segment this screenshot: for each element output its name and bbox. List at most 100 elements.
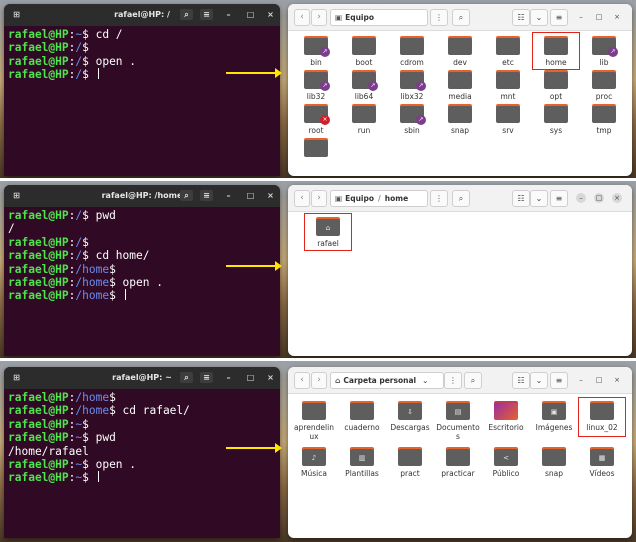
- folder-item[interactable]: ▥ Plantillas: [340, 447, 384, 478]
- close-icon[interactable]: ×: [612, 193, 622, 203]
- view-list-icon[interactable]: ☷: [512, 190, 530, 207]
- search-icon[interactable]: ⌕: [452, 9, 470, 26]
- search-icon[interactable]: ⌕: [452, 190, 470, 207]
- maximize-icon[interactable]: □: [244, 9, 257, 20]
- file-manager-window-2[interactable]: ‹ › ▣ Equipo / home ⋮ ⌕ ☷ ⌄ ≡ – □ × ⌂ rafael: [288, 185, 632, 356]
- terminal-window-1[interactable]: ⊞ rafael@HP: / ⌕ ≡ – □ × rafael@HP:~$ cd…: [4, 4, 280, 176]
- search-icon[interactable]: ⌕: [180, 190, 193, 201]
- folder-item[interactable]: tmp: [582, 104, 626, 135]
- folder-item[interactable]: ↗ bin: [294, 36, 338, 67]
- forward-icon[interactable]: ›: [311, 372, 327, 389]
- folder-item[interactable]: etc: [486, 36, 530, 67]
- folder-item[interactable]: ↗ lib32: [294, 70, 338, 101]
- folder-item[interactable]: boot: [342, 36, 386, 67]
- folder-item[interactable]: ↗ libx32: [390, 70, 434, 101]
- view-options-icon[interactable]: ⌄: [530, 190, 548, 207]
- prompt-user: rafael@HP: [8, 209, 69, 222]
- minimize-icon[interactable]: –: [576, 193, 586, 203]
- folder-item[interactable]: Escritorio: [484, 401, 528, 432]
- view-list-icon[interactable]: ☷: [512, 372, 530, 389]
- terminal-text: $: [82, 471, 96, 485]
- folder-item[interactable]: proc: [582, 70, 626, 101]
- back-icon[interactable]: ‹: [294, 190, 310, 207]
- location-text[interactable]: Equipo: [345, 194, 374, 203]
- folder-item[interactable]: ▤ Documento s: [436, 401, 480, 441]
- location-bar[interactable]: ▣ Equipo: [330, 9, 428, 26]
- folder-item[interactable]: ↗ lib: [582, 36, 626, 67]
- drive-icon: ▣: [335, 194, 343, 203]
- terminal-output[interactable]: rafael@HP:/$ pwd / rafael@HP:/$ rafael@HP:/…: [4, 207, 280, 305]
- maximize-icon[interactable]: □: [594, 12, 604, 22]
- folder-item[interactable]: ⇩ Descargas: [388, 401, 432, 432]
- close-icon[interactable]: ×: [612, 12, 622, 22]
- terminal-cursor: [97, 471, 99, 483]
- maximize-icon[interactable]: □: [244, 372, 257, 383]
- close-icon[interactable]: ×: [612, 375, 622, 385]
- back-icon[interactable]: ‹: [294, 372, 310, 389]
- folder-item[interactable]: ▦ Vídeos: [580, 447, 624, 478]
- folder-item[interactable]: opt: [534, 70, 578, 101]
- search-icon[interactable]: ⌕: [464, 372, 482, 389]
- folder-item[interactable]: ↗ lib64: [342, 70, 386, 101]
- file-manager-window-3[interactable]: ‹ › ⌂ Carpeta personal ⌄ ⋮ ⌕ ☷ ⌄ ≡ – □ × a…: [288, 367, 632, 538]
- folder-label: cdrom: [400, 58, 424, 67]
- minimize-icon[interactable]: –: [222, 190, 235, 201]
- menu-icon[interactable]: ≡: [200, 190, 213, 201]
- path-menu-icon[interactable]: ⋮: [430, 190, 448, 207]
- menu-icon[interactable]: ≡: [550, 9, 568, 26]
- folder-item[interactable]: [294, 138, 338, 157]
- maximize-icon[interactable]: □: [594, 375, 604, 385]
- folder-item[interactable]: ♪ Música: [292, 447, 336, 478]
- menu-icon[interactable]: ≡: [550, 372, 568, 389]
- terminal-titlebar[interactable]: ⊞ rafael@HP: /home ⌕ ≡ – □ ×: [4, 185, 280, 207]
- folder-item[interactable]: cdrom: [390, 36, 434, 67]
- menu-icon[interactable]: ≡: [200, 372, 213, 383]
- minimize-icon[interactable]: –: [576, 375, 586, 385]
- folder-item[interactable]: cuaderno: [340, 401, 384, 432]
- minimize-icon[interactable]: –: [222, 9, 235, 20]
- path-menu-icon[interactable]: ⋮: [430, 9, 448, 26]
- path-dropdown-icon[interactable]: ⌄: [422, 376, 428, 385]
- close-icon[interactable]: ×: [264, 372, 277, 383]
- folder-item[interactable]: run: [342, 104, 386, 135]
- folder-item[interactable]: ↗ sbin: [390, 104, 434, 135]
- view-options-icon[interactable]: ⌄: [530, 372, 548, 389]
- view-options-icon[interactable]: ⌄: [530, 9, 548, 26]
- folder-item[interactable]: aprendelin ux: [292, 401, 336, 441]
- file-manager-window-1[interactable]: ‹ › ▣ Equipo ⋮ ⌕ ☷ ⌄ ≡ – □ × ↗ bin boot cdro…: [288, 4, 632, 176]
- folder-item[interactable]: media: [438, 70, 482, 101]
- folder-item[interactable]: < Público: [484, 447, 528, 478]
- location-bar[interactable]: ▣ Equipo / home: [330, 190, 428, 207]
- folder-item[interactable]: srv: [486, 104, 530, 135]
- search-icon[interactable]: ⌕: [180, 9, 193, 20]
- close-icon[interactable]: ×: [264, 190, 277, 201]
- menu-icon[interactable]: ≡: [550, 190, 568, 207]
- folder-item[interactable]: snap: [438, 104, 482, 135]
- minimize-icon[interactable]: –: [222, 372, 235, 383]
- path-menu-icon[interactable]: ⋮: [444, 372, 462, 389]
- terminal-output[interactable]: rafael@HP:/home$ rafael@HP:/home$ cd rafa…: [4, 389, 280, 487]
- folder-item[interactable]: × root: [294, 104, 338, 135]
- minimize-icon[interactable]: –: [576, 12, 586, 22]
- folder-item[interactable]: snap: [532, 447, 576, 478]
- folder-emblem-icon: ▦: [598, 454, 606, 462]
- terminal-titlebar[interactable]: ⊞ rafael@HP: ~ ⌕ ≡ – □ ×: [4, 367, 280, 389]
- folder-item[interactable]: pract: [388, 447, 432, 478]
- close-icon[interactable]: ×: [264, 9, 277, 20]
- folder-item[interactable]: mnt: [486, 70, 530, 101]
- maximize-icon[interactable]: □: [594, 193, 604, 203]
- search-icon[interactable]: ⌕: [180, 372, 193, 383]
- folder-item[interactable]: practicar: [436, 447, 480, 478]
- folder-item[interactable]: dev: [438, 36, 482, 67]
- forward-icon[interactable]: ›: [311, 9, 327, 26]
- location-bar[interactable]: ⌂ Carpeta personal ⌄: [330, 372, 444, 389]
- menu-icon[interactable]: ≡: [200, 9, 213, 20]
- back-icon[interactable]: ‹: [294, 9, 310, 26]
- maximize-icon[interactable]: □: [244, 190, 257, 201]
- folder-item[interactable]: sys: [534, 104, 578, 135]
- folder-item[interactable]: ▣ Imágenes: [532, 401, 576, 432]
- forward-icon[interactable]: ›: [311, 190, 327, 207]
- view-list-icon[interactable]: ☷: [512, 9, 530, 26]
- terminal-titlebar[interactable]: ⊞ rafael@HP: / ⌕ ≡ – □ ×: [4, 4, 280, 26]
- location-current[interactable]: home: [385, 194, 408, 203]
